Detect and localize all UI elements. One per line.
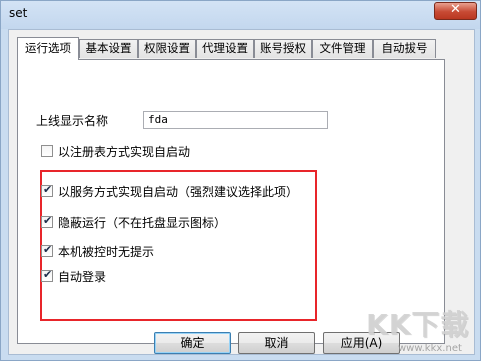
checkmark-icon: ✔: [43, 214, 53, 227]
checkbox[interactable]: ✔: [41, 268, 53, 282]
settings-window: set ✕ 运行选项 基本设置 权限设置 代理设置 账号授权 文件管理 自动拔号…: [0, 0, 481, 361]
tab-auto-dial[interactable]: 自动拔号: [373, 39, 436, 58]
window-title: set: [9, 6, 28, 20]
watermark-logo: KK下载 www.kkx.net: [366, 301, 478, 359]
display-name-label: 上线显示名称: [36, 114, 109, 128]
tab-run-options[interactable]: 运行选项: [17, 37, 79, 60]
checkbox[interactable]: [41, 145, 53, 157]
cancel-button[interactable]: 取消: [238, 332, 315, 354]
tab-file-manager[interactable]: 文件管理: [312, 39, 373, 58]
tab-account-auth[interactable]: 账号授权: [254, 39, 312, 58]
tab-permission-settings[interactable]: 权限设置: [138, 39, 196, 58]
checkmark-icon: ✔: [43, 268, 53, 281]
option-label: 本机被控时无提示: [58, 245, 155, 259]
watermark-url: www.kkx.net: [398, 343, 462, 354]
option-label: 隐蔽运行（不在托盘显示图标）: [58, 216, 227, 230]
ok-button[interactable]: 确定: [154, 332, 231, 354]
checkbox[interactable]: ✔: [41, 243, 53, 257]
checkmark-icon: ✔: [43, 183, 53, 196]
close-button[interactable]: ✕: [434, 2, 477, 20]
title-bar[interactable]: set ✕: [1, 1, 480, 29]
checkmark-icon: ✔: [43, 243, 53, 256]
display-name-input[interactable]: fda: [143, 111, 328, 129]
tab-basic-settings[interactable]: 基本设置: [79, 39, 138, 58]
option-label: 以服务方式实现自启动（强烈建议选择此项）: [58, 185, 299, 199]
option-label: 自动登录: [58, 270, 107, 284]
watermark-brand: KK下载: [366, 308, 470, 341]
close-icon: ✕: [450, 2, 461, 17]
checkbox[interactable]: ✔: [41, 214, 53, 228]
checkbox[interactable]: ✔: [41, 183, 53, 197]
option-label: 以注册表方式实现自启动: [58, 145, 191, 159]
tab-proxy-settings[interactable]: 代理设置: [196, 39, 254, 58]
